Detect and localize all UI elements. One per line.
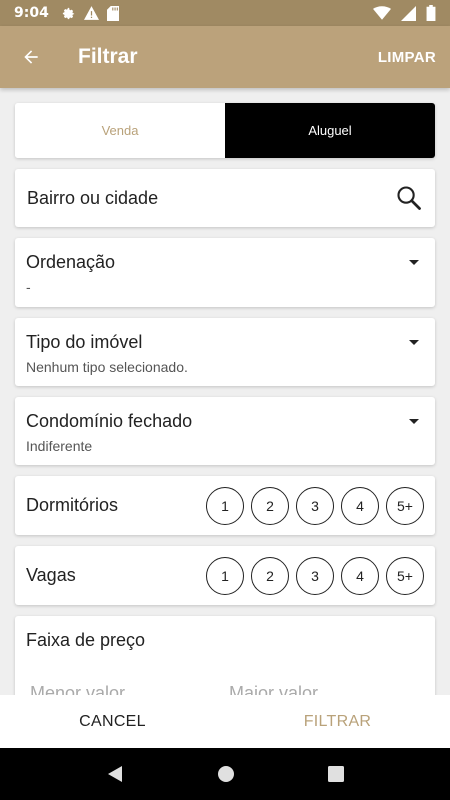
parking-option-2[interactable]: 2 (251, 556, 289, 595)
nav-recents-icon[interactable] (327, 766, 344, 782)
bedrooms-option-1[interactable]: 1 (206, 486, 244, 525)
bedrooms-option-5plus[interactable]: 5+ (386, 486, 424, 525)
property-type-dropdown[interactable]: Tipo do imóvel Nenhum tipo selecionado. (15, 318, 435, 386)
back-button[interactable] (0, 26, 62, 88)
property-type-label: Tipo do imóvel (26, 332, 143, 352)
parking-option-4[interactable]: 4 (341, 556, 379, 595)
parking-selector: Vagas 1 2 3 4 5+ (15, 546, 435, 605)
nav-home-icon[interactable] (217, 765, 235, 783)
segment-sale[interactable]: Venda (15, 103, 225, 158)
gated-community-value: Indiferente (26, 438, 93, 454)
bedrooms-selector: Dormitórios 1 2 3 4 5+ (15, 476, 435, 535)
settings-icon (62, 7, 74, 19)
parking-option-5plus[interactable]: 5+ (386, 556, 424, 595)
parking-option-1[interactable]: 1 (206, 556, 244, 595)
search-placeholder: Bairro ou cidade (27, 187, 159, 208)
transaction-type-toggle: Venda Aluguel (15, 103, 435, 158)
gated-community-label: Condomínio fechado (26, 411, 193, 431)
status-time: 9:04 (14, 5, 49, 21)
price-range-label: Faixa de preço (26, 630, 146, 650)
warning-icon (83, 6, 99, 20)
segment-rent[interactable]: Aluguel (225, 103, 435, 158)
arrow-back-icon (24, 50, 38, 64)
price-range-card: Faixa de preço Menor valor Maior valor (15, 616, 435, 695)
filter-form[interactable]: Venda Aluguel Bairro ou cidade Ordenação… (0, 88, 450, 695)
status-bar: 9:04 (0, 0, 450, 26)
bedrooms-option-2[interactable]: 2 (251, 486, 289, 525)
ordering-dropdown[interactable]: Ordenação - (15, 238, 435, 307)
cancel-button[interactable]: CANCEL (0, 695, 225, 748)
ordering-label: Ordenação (26, 252, 116, 272)
nav-back-icon[interactable] (106, 765, 124, 783)
ordering-value: - (26, 279, 31, 295)
app-bar: Filtrar LIMPAR (0, 26, 450, 88)
signal-icon (401, 5, 416, 21)
page-title: Filtrar (78, 45, 138, 68)
action-bar: CANCEL FILTRAR (0, 695, 450, 748)
battery-icon (426, 5, 436, 21)
dropdown-arrow-icon (409, 260, 419, 265)
search-icon[interactable] (395, 184, 423, 212)
bedrooms-option-4[interactable]: 4 (341, 486, 379, 525)
parking-option-3[interactable]: 3 (296, 556, 334, 595)
parking-label: Vagas (26, 565, 76, 585)
location-search-field[interactable]: Bairro ou cidade (15, 169, 435, 227)
sd-card-icon (106, 5, 119, 21)
price-max-input[interactable]: Maior valor (229, 683, 428, 695)
price-min-input[interactable]: Menor valor (30, 683, 229, 695)
gated-community-dropdown[interactable]: Condomínio fechado Indiferente (15, 397, 435, 465)
wifi-icon (373, 6, 391, 20)
dropdown-arrow-icon (409, 419, 419, 424)
system-nav-bar (0, 748, 450, 800)
clear-button[interactable]: LIMPAR (378, 49, 436, 66)
bedrooms-option-3[interactable]: 3 (296, 486, 334, 525)
dropdown-arrow-icon (409, 340, 419, 345)
bedrooms-label: Dormitórios (26, 495, 119, 515)
apply-filter-button[interactable]: FILTRAR (225, 695, 450, 748)
property-type-value: Nenhum tipo selecionado. (26, 359, 188, 375)
